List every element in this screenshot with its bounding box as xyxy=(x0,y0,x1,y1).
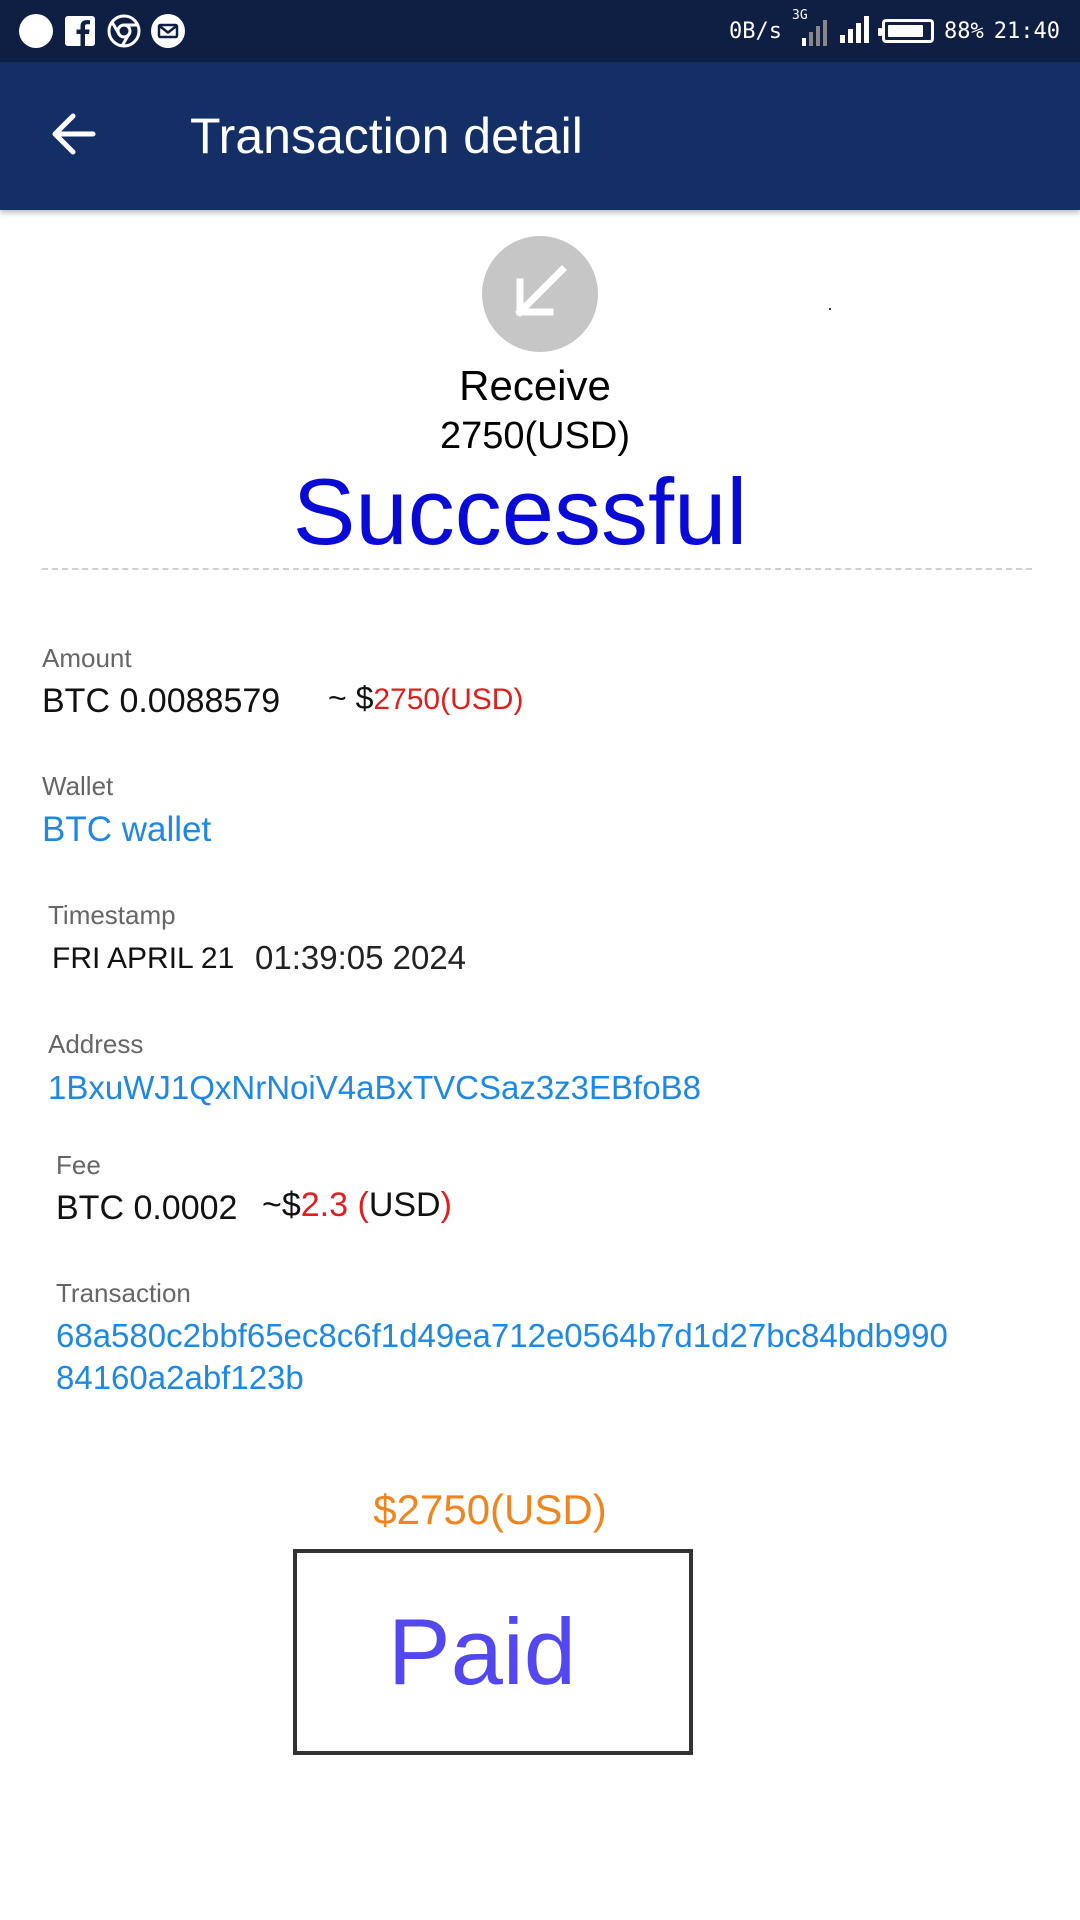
signal-3g-icon: 3G xyxy=(792,8,828,46)
amount-label: Amount xyxy=(42,643,132,673)
mail-icon xyxy=(150,13,186,49)
transaction-status: Successful xyxy=(292,459,748,564)
receive-badge xyxy=(482,236,598,352)
address-link[interactable]: 1BxuWJ1QxNrNoiV4aBxTVCSaz3z3EBfoB8 xyxy=(48,1069,701,1107)
battery-icon xyxy=(878,19,935,43)
wallet-link[interactable]: BTC wallet xyxy=(42,810,211,850)
paid-stamp: Paid xyxy=(293,1549,693,1755)
fee-btc: BTC 0.0002 xyxy=(56,1189,238,1227)
page-title: Transaction detail xyxy=(190,108,583,164)
fee-close-paren: ) xyxy=(440,1186,452,1224)
battery-percent: 88% xyxy=(944,18,984,44)
timestamp-date: FRI APRIL 21 xyxy=(52,942,235,975)
amount-usd-value: 2750(USD) xyxy=(373,683,524,716)
fee-label: Fee xyxy=(56,1150,101,1180)
amount-btc: BTC 0.0088579 xyxy=(42,682,281,720)
divider xyxy=(42,568,1032,570)
transaction-amount: 2750(USD) xyxy=(439,415,631,457)
transaction-hash-line2[interactable]: 84160a2abf123b xyxy=(56,1359,304,1397)
transaction-type: Receive xyxy=(459,362,611,409)
notification-dot-icon xyxy=(18,13,54,49)
net-speed: 0B/s xyxy=(729,18,783,44)
arrow-left-icon xyxy=(49,112,97,161)
back-button[interactable] xyxy=(36,102,110,170)
fee-usd-value: 2.3 xyxy=(300,1186,349,1224)
transaction-label: Transaction xyxy=(56,1278,191,1308)
stray-dot xyxy=(829,308,831,310)
fee-usd: ~$2.3 (USD) xyxy=(262,1186,452,1225)
system-status: 0B/s 3G 88% 21:40 xyxy=(729,8,1060,49)
cell-signal-icon xyxy=(838,13,872,49)
transaction-hash-line1[interactable]: 68a580c2bbf65ec8c6f1d49ea712e0564b7d1d27… xyxy=(56,1317,948,1355)
fee-unit: USD xyxy=(368,1186,441,1224)
clock: 21:40 xyxy=(993,18,1060,44)
fee-open-paren: ( xyxy=(357,1186,369,1224)
status-bar: 0B/s 3G 88% 21:40 xyxy=(0,0,1080,62)
facebook-icon xyxy=(62,13,98,49)
amount-approx-prefix: ~ $ xyxy=(328,680,374,716)
chrome-icon xyxy=(106,13,142,49)
paid-amount: $2750(USD) xyxy=(373,1486,607,1533)
app-bar: Transaction detail xyxy=(0,62,1080,210)
paid-label: Paid xyxy=(387,1599,577,1704)
amount-usd: ~ $2750(USD) xyxy=(328,680,523,717)
fee-approx-prefix: ~$ xyxy=(262,1186,301,1224)
wallet-label: Wallet xyxy=(42,771,114,801)
timestamp-time: 01:39:05 2024 xyxy=(255,939,467,976)
address-label: Address xyxy=(48,1029,144,1059)
arrow-down-left-icon xyxy=(508,260,572,329)
timestamp-label: Timestamp xyxy=(48,900,176,930)
notification-icons xyxy=(18,13,186,49)
